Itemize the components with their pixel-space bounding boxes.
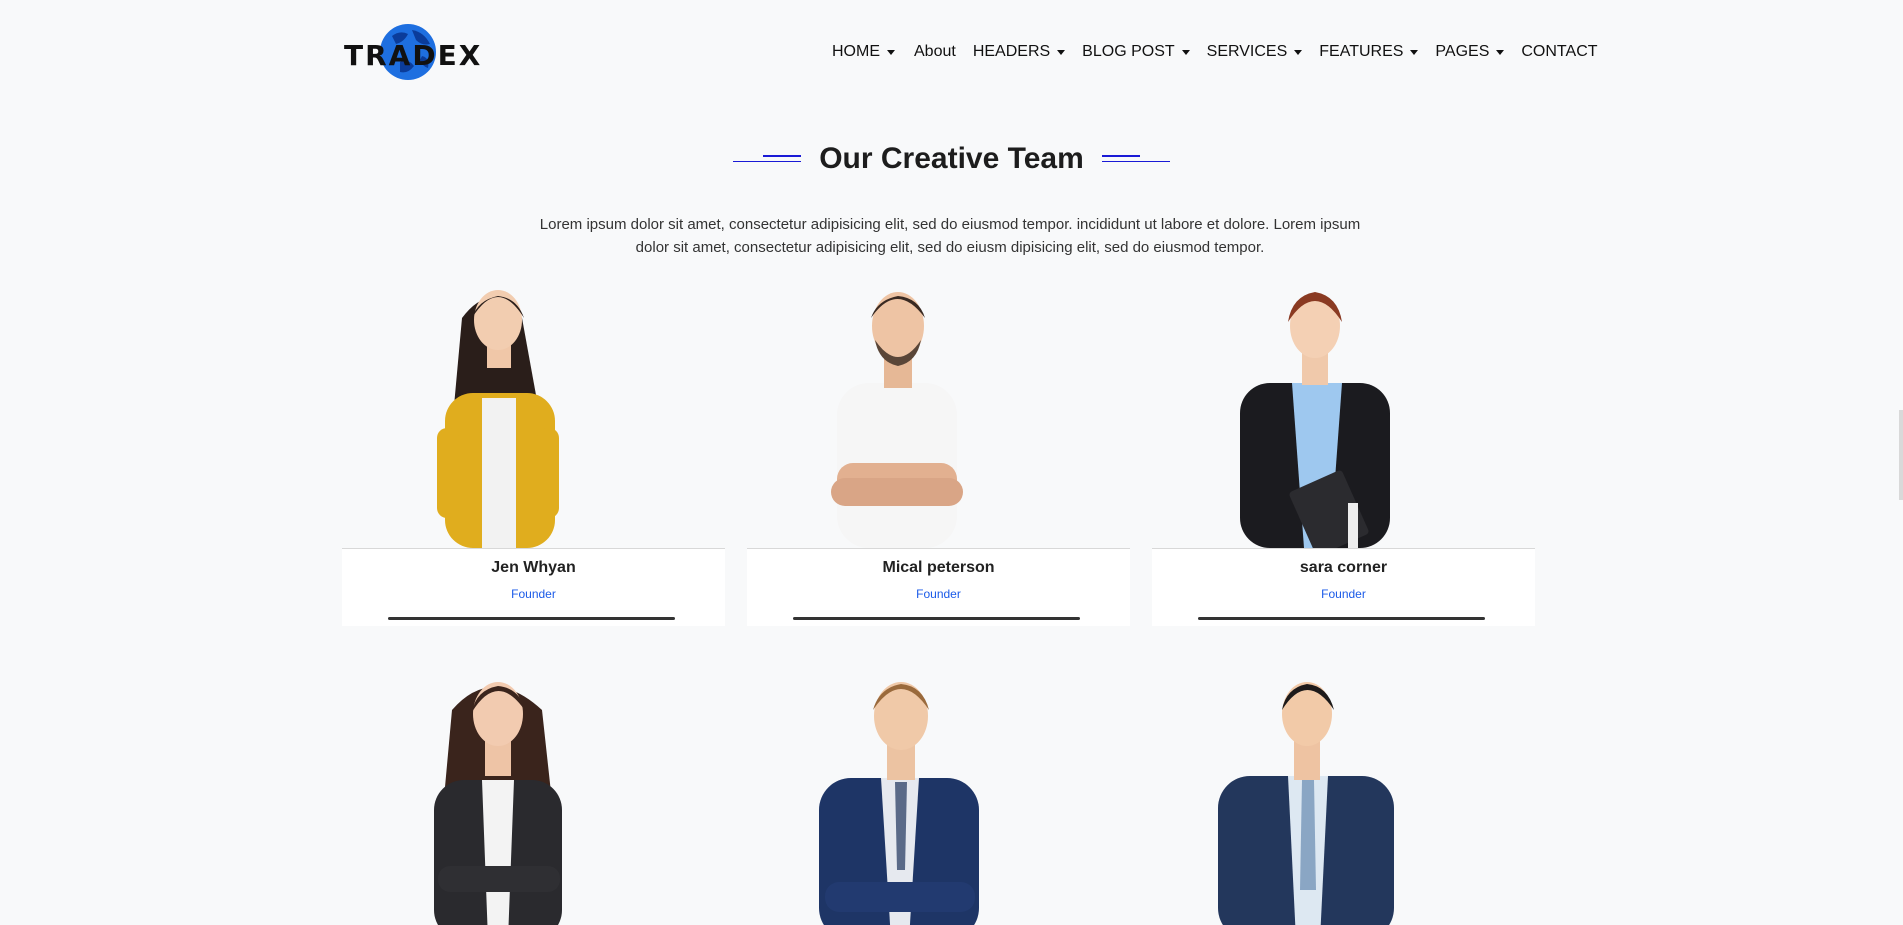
divider xyxy=(793,617,1080,620)
team-member-name: Mical peterson xyxy=(882,559,995,576)
title-decoration-right xyxy=(1101,152,1170,166)
site-header: TRADEX HOME About HEADERS BLOG POST SERV… xyxy=(0,0,1903,105)
divider xyxy=(388,617,675,620)
nav-label: PAGES xyxy=(1435,43,1490,60)
scrollbar-thumb[interactable] xyxy=(1899,410,1903,500)
nav-label: HOME xyxy=(832,43,880,60)
main-nav: HOME About HEADERS BLOG POST SERVICES FE… xyxy=(832,40,1598,64)
section-title: Our Creative Team xyxy=(819,142,1084,175)
team-member-role: Founder xyxy=(1321,587,1366,601)
section-intro: Lorem ipsum dolor sit amet, consectetur … xyxy=(539,216,1361,256)
brand-logo[interactable]: TRADEX xyxy=(344,22,480,82)
team-member-role: Founder xyxy=(916,587,961,601)
nav-label: FEATURES xyxy=(1319,43,1404,60)
title-decoration-left xyxy=(733,152,802,166)
nav-blog-post[interactable]: BLOG POST xyxy=(1082,43,1190,61)
caret-down-icon xyxy=(1181,49,1190,55)
team-member-name: Jen Whyan xyxy=(491,559,576,576)
nav-label: BLOG POST xyxy=(1082,43,1175,60)
nav-contact[interactable]: CONTACT xyxy=(1521,43,1597,61)
nav-label: SERVICES xyxy=(1206,43,1288,60)
nav-features[interactable]: FEATURES xyxy=(1319,43,1419,61)
team-member-info: Mical peterson Founder xyxy=(747,548,1130,626)
nav-about[interactable]: About xyxy=(914,43,956,61)
nav-pages[interactable]: PAGES xyxy=(1435,43,1505,61)
brand-name: TRADEX xyxy=(344,39,483,72)
team-member-info: Jen Whyan Founder xyxy=(342,548,725,626)
nav-home[interactable]: HOME xyxy=(832,43,895,61)
caret-down-icon xyxy=(1057,49,1066,55)
nav-label: CONTACT xyxy=(1521,43,1598,60)
nav-label: About xyxy=(914,43,956,60)
nav-services[interactable]: SERVICES xyxy=(1207,43,1303,61)
nav-label: HEADERS xyxy=(972,43,1051,60)
team-member-info: sara corner Founder xyxy=(1152,548,1535,626)
divider xyxy=(1198,617,1485,620)
team-member-role: Founder xyxy=(511,587,556,601)
caret-down-icon xyxy=(1410,49,1419,55)
team-member-photo xyxy=(1152,670,1535,925)
caret-down-icon xyxy=(1294,49,1303,55)
caret-down-icon xyxy=(887,49,895,55)
team-member-name: sara corner xyxy=(1299,559,1388,576)
team-member-photo xyxy=(747,278,1130,548)
team-member-photo xyxy=(342,670,725,925)
team-member-photo xyxy=(1152,278,1535,548)
section-header: Our Creative Team xyxy=(0,142,1903,176)
team-member-photo xyxy=(747,670,1130,925)
caret-down-icon xyxy=(1496,49,1505,55)
nav-headers[interactable]: HEADERS xyxy=(972,43,1066,61)
team-member-photo xyxy=(342,278,725,548)
